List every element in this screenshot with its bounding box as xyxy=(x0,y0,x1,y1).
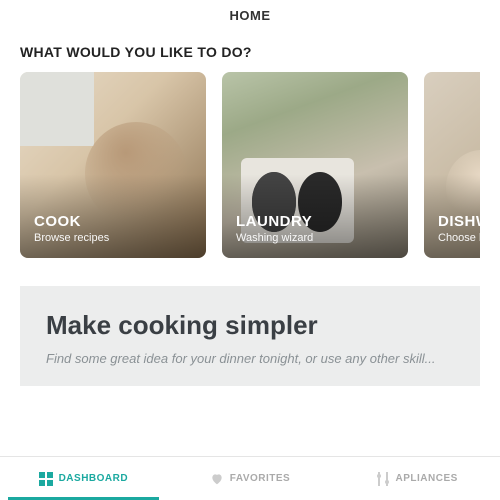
tab-label: DASHBOARD xyxy=(59,473,129,484)
tab-label: APLIANCES xyxy=(396,473,458,484)
prompt-heading: WHAT WOULD YOU LIKE TO DO? xyxy=(20,44,480,60)
heart-icon xyxy=(210,472,224,486)
card-cook[interactable]: COOK Browse recipes xyxy=(20,72,206,258)
card-laundry[interactable]: LAUNDRY Washing wizard xyxy=(222,72,408,258)
activity-cards: COOK Browse recipes LAUNDRY Washing wiza… xyxy=(20,72,480,258)
header: HOME xyxy=(0,0,500,30)
card-subtitle: Choose best prog xyxy=(438,232,480,244)
page-title: HOME xyxy=(230,8,271,23)
sliders-icon xyxy=(376,472,390,486)
tab-label: FAVORITES xyxy=(230,473,290,484)
card-subtitle: Browse recipes xyxy=(34,232,192,244)
card-title: LAUNDRY xyxy=(236,213,394,230)
card-dishwash[interactable]: DISHWASH Choose best prog xyxy=(424,72,480,258)
card-subtitle: Washing wizard xyxy=(236,232,394,244)
card-overlay xyxy=(424,72,480,258)
banner-subtitle: Find some great idea for your dinner ton… xyxy=(46,351,454,366)
card-overlay xyxy=(20,72,206,258)
main-content: WHAT WOULD YOU LIKE TO DO? COOK Browse r… xyxy=(0,30,500,386)
card-title: COOK xyxy=(34,213,192,230)
tab-favorites[interactable]: FAVORITES xyxy=(167,457,334,500)
banner-title: Make cooking simpler xyxy=(46,310,454,341)
tab-appliances[interactable]: APLIANCES xyxy=(333,457,500,500)
card-title: DISHWASH xyxy=(438,213,480,230)
bottom-tabbar: DASHBOARD FAVORITES APLIANCES xyxy=(0,456,500,500)
tab-dashboard[interactable]: DASHBOARD xyxy=(0,457,167,500)
promo-banner: Make cooking simpler Find some great ide… xyxy=(20,286,480,386)
card-overlay xyxy=(222,72,408,258)
grid-icon xyxy=(39,472,53,486)
